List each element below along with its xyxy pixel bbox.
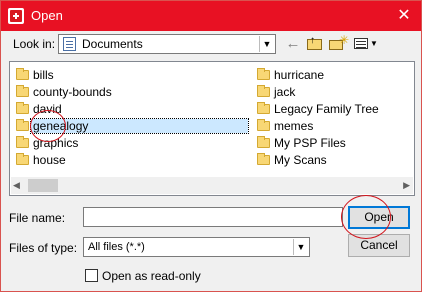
folder-icon: [257, 102, 270, 114]
readonly-label: Open as read-only: [102, 269, 201, 283]
file-item[interactable]: genealogy: [14, 118, 250, 134]
folder-icon: [257, 136, 270, 148]
file-name: bills: [33, 68, 54, 82]
file-item[interactable]: county-bounds: [14, 84, 112, 100]
file-item[interactable]: memes: [255, 118, 313, 134]
horizontal-scrollbar[interactable]: ◀ ▶: [11, 177, 413, 194]
file-name: genealogy: [29, 118, 250, 134]
chevron-down-icon[interactable]: ▼: [259, 36, 274, 52]
lookin-value: Documents: [82, 37, 143, 51]
lookin-label: Look in:: [13, 37, 56, 51]
file-item[interactable]: jack: [255, 84, 295, 100]
chevron-down-icon[interactable]: ▼: [293, 239, 308, 255]
file-name: Legacy Family Tree: [274, 102, 379, 116]
filetype-combo[interactable]: All files (*.*) ▼: [83, 237, 310, 257]
file-name: My Scans: [274, 153, 327, 167]
filename-input[interactable]: [83, 207, 343, 227]
file-item[interactable]: My PSP Files: [255, 135, 346, 151]
file-item[interactable]: My Scans: [255, 152, 327, 168]
window-title: Open: [31, 8, 63, 23]
file-name: county-bounds: [33, 85, 112, 99]
folder-icon: [16, 102, 29, 114]
file-name: memes: [274, 119, 314, 133]
folder-icon: [257, 85, 270, 97]
lookin-combo[interactable]: Documents ▼: [58, 34, 276, 54]
file-item[interactable]: house: [14, 152, 66, 168]
file-item[interactable]: david: [14, 101, 62, 117]
file-name: house: [33, 153, 66, 167]
folder-icon: [16, 136, 29, 148]
app-icon: [8, 8, 24, 24]
file-list[interactable]: bills county-bounds david genealogy graphics…: [9, 61, 415, 196]
file-item[interactable]: graphics: [14, 135, 78, 151]
file-name: david: [33, 102, 62, 116]
folder-icon: [16, 85, 29, 97]
close-button[interactable]: ✕: [391, 4, 417, 28]
back-arrow-icon[interactable]: ←: [283, 34, 303, 54]
file-name: graphics: [33, 136, 79, 150]
filename-label: File name:: [9, 211, 66, 225]
file-name: hurricane: [274, 68, 325, 82]
file-item[interactable]: bills: [14, 67, 54, 83]
scroll-right-icon[interactable]: ▶: [403, 177, 410, 194]
scroll-thumb[interactable]: [28, 179, 58, 192]
new-folder-icon[interactable]: ✳: [328, 33, 349, 54]
folder-icon: [16, 68, 29, 80]
file-name: jack: [274, 85, 296, 99]
documents-icon: [63, 37, 76, 51]
file-name: My PSP Files: [274, 136, 346, 150]
folder-icon: [257, 119, 270, 131]
file-item[interactable]: hurricane: [255, 67, 324, 83]
title-bar[interactable]: Open ✕: [1, 1, 421, 31]
open-button[interactable]: Open: [348, 206, 410, 229]
up-one-level-icon[interactable]: ↑: [306, 34, 324, 54]
readonly-checkbox[interactable]: [85, 269, 98, 282]
cancel-button[interactable]: Cancel: [348, 234, 410, 257]
filetype-value: All files (*.*): [88, 241, 145, 253]
open-dialog: Open ✕ Look in: Documents ▼ ← ↑ ✳ ▼ bill…: [0, 0, 422, 292]
view-menu-icon[interactable]: ▼: [351, 34, 379, 54]
folder-icon: [257, 68, 270, 80]
scroll-left-icon[interactable]: ◀: [13, 177, 20, 194]
folder-icon: [16, 153, 29, 165]
folder-icon: [257, 153, 270, 165]
folder-icon: [16, 119, 29, 131]
filetype-label: Files of type:: [9, 241, 78, 255]
file-item[interactable]: Legacy Family Tree: [255, 101, 379, 117]
